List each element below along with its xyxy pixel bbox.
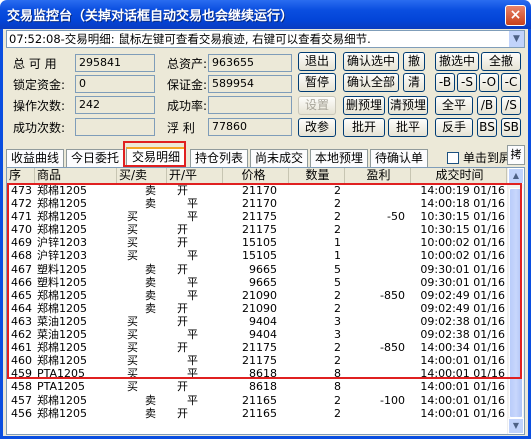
locked-funds-label: 锁定资金: <box>13 78 66 92</box>
reverse-button[interactable]: 反手 <box>435 118 473 137</box>
cell-side: 卖 <box>145 393 156 407</box>
float-pnl-label: 浮 利 <box>167 121 195 135</box>
cell-time: 14:00:01 01/16 <box>420 380 505 394</box>
cell-openclose: 开 <box>177 406 188 420</box>
confirm-all-button[interactable]: 确认全部 <box>343 73 399 92</box>
cell-pnl <box>345 380 405 393</box>
scroll-down-icon[interactable]: ▼ <box>508 418 524 434</box>
cell-pnl: -100 <box>380 393 405 407</box>
cell-seq: 457 <box>11 393 32 407</box>
cell-time: 14:00:01 01/16 <box>420 406 505 420</box>
tab-local-preorders[interactable]: 本地预埋 <box>310 149 368 167</box>
cell-price: 8618 <box>249 380 277 394</box>
message-combobox[interactable]: 07:52:08-交易明细: 鼠标左键可查看交易痕迹, 右键可以查看交易细节. … <box>6 30 525 48</box>
cell-qty: 2 <box>334 406 341 420</box>
tab-profit-curve[interactable]: 收益曲线 <box>6 149 64 167</box>
delete-preorder-button[interactable]: 删预埋 <box>343 96 385 115</box>
batch-close-button[interactable]: 批平 <box>388 118 428 137</box>
cell-seq: 458 <box>11 380 32 394</box>
success-count-field <box>75 118 155 136</box>
scroll-up-icon[interactable]: ▲ <box>508 168 524 184</box>
cell-pnl <box>345 407 405 420</box>
success-rate-label: 成功率: <box>167 99 208 113</box>
chevron-down-icon[interactable]: ▼ <box>508 31 524 47</box>
cell-seq: 456 <box>11 406 32 420</box>
exit-button[interactable]: 退出 <box>298 52 336 71</box>
col-header-seq[interactable]: 序 <box>7 168 35 184</box>
message-text: 07:52:08-交易明细: 鼠标左键可查看交易痕迹, 右键可以查看交易细节. <box>9 32 371 46</box>
cell-side: 卖 <box>145 406 156 420</box>
modify-params-button[interactable]: 改参 <box>298 118 336 137</box>
total-assets-label: 总资产: <box>167 57 208 71</box>
confirm-selected-button[interactable]: 确认选中 <box>343 52 399 71</box>
cell-side: 买 <box>127 380 138 394</box>
locked-funds-field: 0 <box>75 75 155 93</box>
minus-c-button[interactable]: -C <box>501 73 521 92</box>
window-title: 交易监控台（关掉对话框自动交易也会继续运行） <box>7 9 294 24</box>
col-header-time[interactable]: 成交时间 <box>411 168 507 184</box>
margin-field: 589954 <box>208 75 292 93</box>
title-bar: 交易监控台（关掉对话框自动交易也会继续运行） × <box>0 0 531 29</box>
col-header-pnl[interactable]: 盈利 <box>345 168 411 184</box>
checkbox-box[interactable] <box>447 152 459 164</box>
cell-product: 郑棉1205 <box>37 406 87 420</box>
click-to-screen-checkbox[interactable]: 单击到屏 <box>447 149 511 166</box>
col-header-price[interactable]: 价格 <box>223 168 289 184</box>
tab-positions[interactable]: 持仓列表 <box>190 149 248 167</box>
tab-highlight-box <box>123 141 186 167</box>
expand-button[interactable]: 拷 <box>507 145 525 165</box>
tab-pending-confirm[interactable]: 待确认单 <box>370 149 428 167</box>
rows-highlight-box <box>7 183 522 379</box>
table-row[interactable]: 456 郑棉1205 卖 开 21165 2 14:00:01 01/16 <box>7 407 507 420</box>
total-available-label: 总 可 用 <box>13 57 57 71</box>
slash-s-button[interactable]: /S <box>501 96 521 115</box>
col-header-side[interactable]: 买/卖 <box>117 168 167 184</box>
all-flat-button[interactable]: 全平 <box>435 96 473 115</box>
minus-o-button[interactable]: -O <box>479 73 499 92</box>
col-header-openclose[interactable]: 开/平 <box>167 168 223 184</box>
cell-qty: 2 <box>334 393 341 407</box>
cancel-one-button[interactable]: 撤 <box>403 52 425 71</box>
table-row[interactable]: 457 郑棉1205 卖 平 21165 2 -100 14:00:01 01/16 <box>7 394 507 407</box>
cell-price: 21165 <box>242 406 277 420</box>
success-rate-field <box>208 96 292 114</box>
slash-b-button[interactable]: /B <box>477 96 497 115</box>
tab-today-orders[interactable]: 今日委托 <box>66 149 124 167</box>
total-assets-field: 963655 <box>208 54 292 72</box>
margin-label: 保证金: <box>167 78 208 92</box>
clear-button[interactable]: 清 <box>403 73 425 92</box>
close-button[interactable]: × <box>505 5 526 26</box>
float-pnl-field: 77860 <box>208 118 292 136</box>
cancel-all-button[interactable]: 全撤 <box>481 52 521 71</box>
success-count-label: 成功次数: <box>13 121 66 135</box>
minus-s-button[interactable]: -S <box>457 73 477 92</box>
clear-preorder-button[interactable]: 清预埋 <box>388 96 428 115</box>
cell-qty: 8 <box>334 380 341 394</box>
pause-button[interactable]: 暂停 <box>298 73 336 92</box>
tab-unfilled[interactable]: 尚未成交 <box>250 149 308 167</box>
op-count-label: 操作次数: <box>13 99 66 113</box>
settings-button[interactable]: 设置 <box>298 96 336 115</box>
window-body: 07:52:08-交易明细: 鼠标左键可查看交易痕迹, 右键可以查看交易细节. … <box>0 29 531 439</box>
total-available-field: 295841 <box>75 54 155 72</box>
table-header: 序 商品 买/卖 开/平 价格 数量 盈利 成交时间 <box>7 168 507 184</box>
table-row[interactable]: 458 PTA1205 买 开 8618 8 14:00:01 01/16 <box>7 380 507 393</box>
bs-button[interactable]: BS <box>477 118 497 137</box>
op-count-field: 242 <box>75 96 155 114</box>
col-header-qty[interactable]: 数量 <box>289 168 345 184</box>
cell-time: 14:00:01 01/16 <box>420 393 505 407</box>
sb-button[interactable]: SB <box>501 118 521 137</box>
cancel-selected-button[interactable]: 撤选中 <box>435 52 479 71</box>
col-header-product[interactable]: 商品 <box>35 168 117 184</box>
cell-product: PTA1205 <box>37 380 86 394</box>
cell-product: 郑棉1205 <box>37 393 87 407</box>
checkbox-label: 单击到屏 <box>463 151 512 165</box>
minus-b-button[interactable]: -B <box>435 73 455 92</box>
cell-openclose: 平 <box>187 393 198 407</box>
cell-openclose: 开 <box>177 380 188 394</box>
batch-open-button[interactable]: 批开 <box>343 118 385 137</box>
cell-price: 21165 <box>242 393 277 407</box>
